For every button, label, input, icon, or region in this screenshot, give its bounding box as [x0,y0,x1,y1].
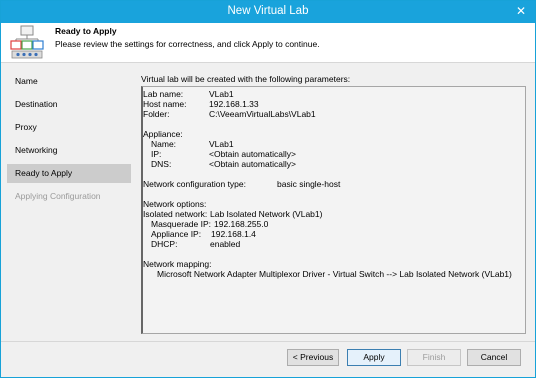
network-mapping-heading: Network mapping: [143,259,212,269]
cancel-button[interactable]: Cancel [467,349,521,366]
network-configuration-type-value: basic single-host [277,179,341,189]
summary-text-box[interactable]: Lab name: VLab1 Host name: 192.168.1.33 … [141,86,526,334]
host-name-label: Host name: [143,99,187,109]
dhcp-value: enabled [210,239,241,249]
network-configuration-type-label: Network configuration type: [143,179,246,189]
wizard-steps-sidebar: Name Destination Proxy Networking Ready … [1,64,135,336]
apply-button[interactable]: Apply [347,349,401,366]
summary-intro: Virtual lab will be created with the fol… [141,74,351,84]
close-icon[interactable]: ✕ [512,3,530,19]
folder-label: Folder: [143,109,170,119]
sidebar-item-networking[interactable]: Networking [7,141,131,160]
network-options-heading: Network options: [143,199,207,209]
appliance-ip-value: <Obtain automatically> [209,149,296,159]
appliance-dns-label: DNS: [151,159,172,169]
appliance-ip-label: IP: [151,149,162,159]
virtual-lab-icon [10,25,44,59]
new-virtual-lab-window: New Virtual Lab ✕ Ready to Apply Please … [0,0,536,378]
masquerade-ip-value: 192.168.255.0 [214,219,269,229]
title-bar[interactable]: New Virtual Lab ✕ [1,1,535,23]
host-name-value: 192.168.1.33 [209,99,259,109]
page-description: Please review the settings for correctne… [55,39,320,49]
previous-button[interactable]: < Previous [287,349,339,366]
finish-button: Finish [407,349,461,366]
summary-panel: Virtual lab will be created with the fol… [135,64,535,338]
window-title: New Virtual Lab [227,5,309,17]
appliance-ip-option-label: Appliance IP: [151,229,202,239]
appliance-name-value: VLab1 [209,139,234,149]
lab-name-value: VLab1 [209,89,234,99]
appliance-dns-value: <Obtain automatically> [209,159,296,169]
footer-separator [1,341,535,342]
sidebar-item-ready-to-apply[interactable]: Ready to Apply [7,164,131,183]
appliance-name-label: Name: [151,139,177,149]
dhcp-label: DHCP: [151,239,178,249]
page-title: Ready to Apply [55,26,117,36]
wizard-header: Ready to Apply Please review the setting… [1,23,535,63]
isolated-network-value: Lab Isolated Network (VLab1) [210,209,323,219]
isolated-network-label: Isolated network: [143,209,208,219]
sidebar-item-applying-configuration: Applying Configuration [15,191,101,201]
folder-value: C:\VeeamVirtualLabs\VLab1 [209,109,316,119]
appliance-ip-option-value: 192.168.1.4 [211,229,256,239]
sidebar-item-proxy[interactable]: Proxy [7,118,131,137]
sidebar-item-destination[interactable]: Destination [7,95,131,114]
network-mapping-value: Microsoft Network Adapter Multiplexor Dr… [157,269,512,279]
sidebar-item-name[interactable]: Name [7,72,131,91]
masquerade-ip-label: Masquerade IP: [151,219,212,229]
appliance-heading: Appliance: [143,129,183,139]
lab-name-label: Lab name: [143,89,184,99]
